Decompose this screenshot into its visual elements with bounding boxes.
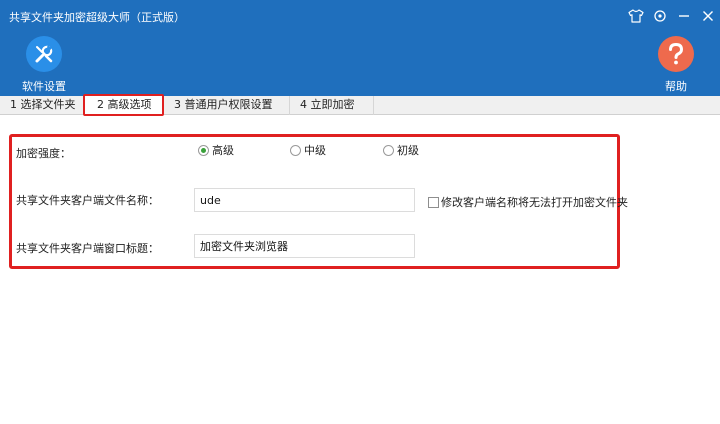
active-tab-highlight (83, 94, 164, 116)
skin-button[interactable] (624, 0, 648, 32)
strength-option-high[interactable]: 高级 (198, 142, 234, 158)
client-filename-label: 共享文件夹客户端文件名称： (16, 194, 159, 207)
software-settings-label: 软件设置 (22, 80, 66, 93)
question-icon (658, 36, 694, 72)
wrench-icon (26, 36, 62, 72)
radio-icon (383, 144, 394, 156)
help-label: 帮助 (665, 80, 687, 93)
minimize-button[interactable] (672, 0, 696, 32)
checkbox-icon (428, 196, 439, 208)
strength-label: 加密强度： (16, 147, 71, 160)
software-settings-button[interactable]: 软件设置 (14, 36, 74, 94)
strength-option-label: 高级 (212, 144, 234, 157)
title-header: 共享文件夹加密超级大师（正式版） 软件设置 帮助 (0, 0, 720, 96)
tab-select-folder[interactable]: 1 选择文件夹 (0, 96, 84, 115)
help-button[interactable]: 帮助 (646, 36, 706, 94)
window-controls (624, 0, 720, 32)
radio-selected-icon (198, 144, 209, 156)
close-icon (703, 11, 713, 21)
settings-button[interactable] (648, 0, 672, 32)
tab-user-permissions[interactable]: 3 普通用户权限设置 (164, 96, 290, 115)
client-filename-input[interactable] (194, 188, 415, 212)
window-title-label: 共享文件夹客户端窗口标题： (16, 242, 159, 255)
strength-option-medium[interactable]: 中级 (290, 142, 326, 158)
strength-option-low[interactable]: 初级 (383, 142, 419, 158)
minimize-icon (679, 15, 689, 17)
radio-icon (290, 144, 301, 156)
settings-icon (654, 10, 666, 22)
strength-option-label: 中级 (304, 144, 326, 157)
close-button[interactable] (696, 0, 720, 32)
tab-encrypt-now[interactable]: 4 立即加密 (290, 96, 374, 115)
rename-warning-checkbox[interactable]: 修改客户端名称将无法打开加密文件夹 (428, 194, 628, 210)
tshirt-icon (628, 9, 644, 23)
window-title-input[interactable] (194, 234, 415, 258)
rename-warning-label: 修改客户端名称将无法打开加密文件夹 (441, 196, 628, 209)
window-title: 共享文件夹加密超级大师（正式版） (9, 11, 185, 24)
strength-option-label: 初级 (397, 144, 419, 157)
